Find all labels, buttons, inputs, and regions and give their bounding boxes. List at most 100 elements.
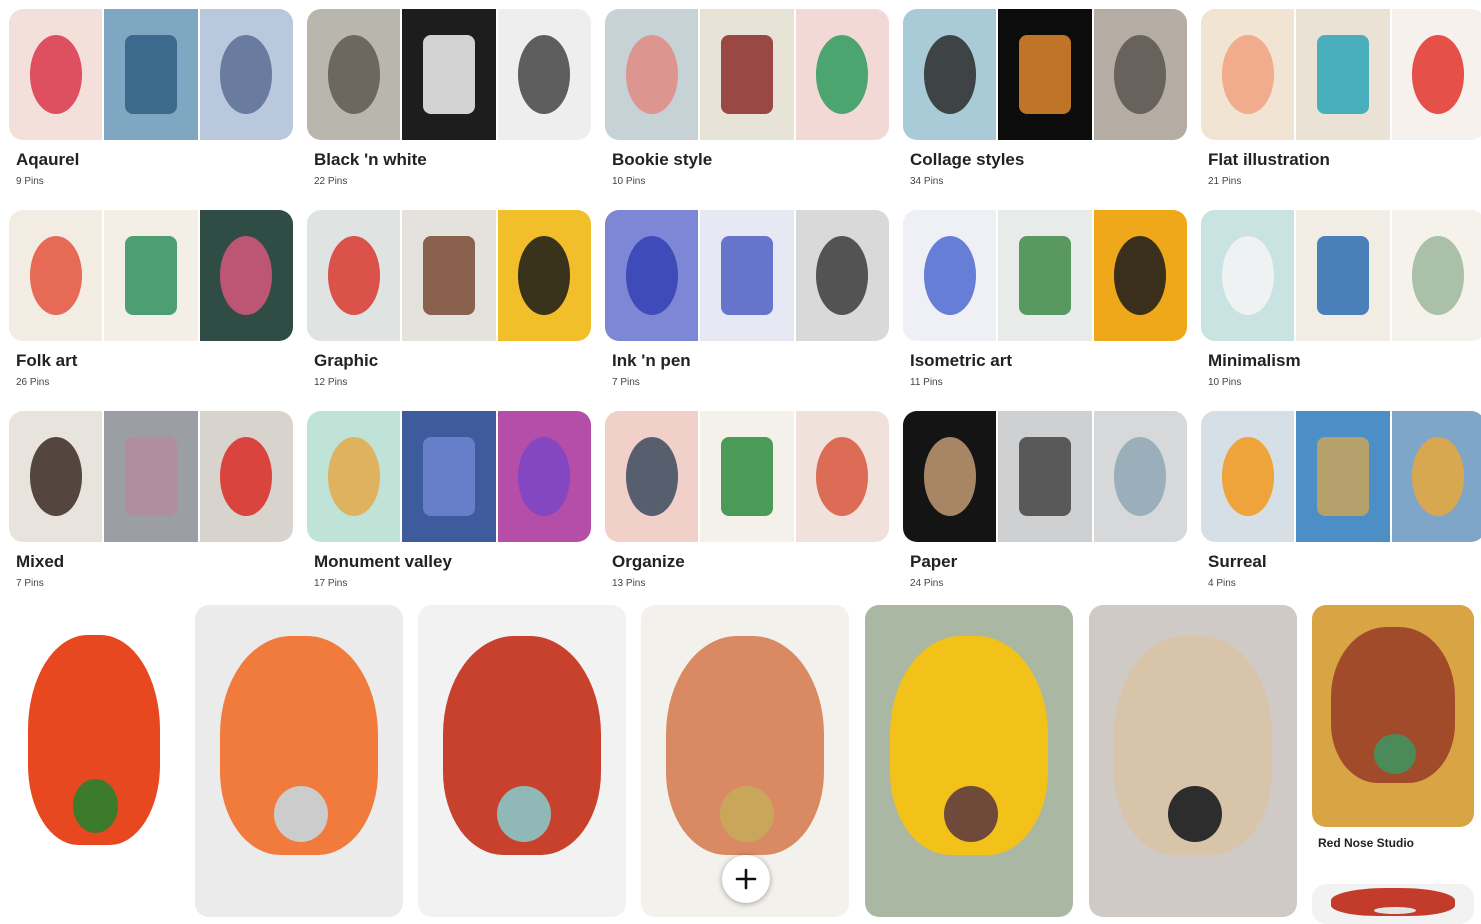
cover-art-shape: [220, 437, 273, 516]
cover-art-shape: [720, 437, 774, 516]
cover-image: [793, 210, 889, 341]
board-surreal[interactable]: Surreal 4 Pins: [1201, 411, 1481, 589]
board-ink-n-pen[interactable]: Ink 'n pen 7 Pins: [605, 210, 889, 388]
cover-image: [9, 411, 103, 542]
cover-image: [1201, 411, 1295, 542]
board-aqaurel[interactable]: Aqaurel 9 Pins: [9, 9, 293, 187]
board-cover: [1201, 210, 1481, 341]
cover-image: [495, 210, 591, 341]
cover-image: [1091, 9, 1187, 140]
board-pin-count: 10 Pins: [1208, 377, 1242, 388]
board-folk-art[interactable]: Folk art 26 Pins: [9, 210, 293, 388]
board-isometric-art[interactable]: Isometric art 11 Pins: [903, 210, 1187, 388]
cover-art-shape: [1316, 437, 1370, 516]
board-title: Folk art: [16, 351, 78, 370]
cover-art-shape: [327, 437, 380, 516]
board-pin-count: 26 Pins: [16, 377, 50, 388]
board-title: Black 'n white: [314, 150, 427, 169]
board-monument-valley[interactable]: Monument valley 17 Pins: [307, 411, 591, 589]
board-cover: [307, 210, 591, 341]
cover-image: [1389, 9, 1481, 140]
board-title: Mixed: [16, 552, 65, 571]
board-cover: [9, 411, 293, 542]
cover-image: [1294, 210, 1390, 341]
cover-art-shape: [1018, 35, 1072, 114]
board-collage-styles[interactable]: Collage styles 34 Pins: [903, 9, 1187, 187]
cover-art-shape: [1114, 437, 1167, 516]
cover-art-shape: [124, 437, 178, 516]
cover-image: [1389, 210, 1481, 341]
cover-art-shape: [518, 236, 571, 315]
board-pin-count: 24 Pins: [910, 578, 944, 589]
cover-image: [793, 9, 889, 140]
cover-image: [996, 9, 1092, 140]
cover-image: [400, 411, 496, 542]
board-pin-count: 12 Pins: [314, 377, 348, 388]
board-pin-count: 21 Pins: [1208, 176, 1242, 187]
cover-image: [793, 411, 889, 542]
board-pin-count: 11 Pins: [910, 377, 943, 388]
cover-image: [9, 210, 103, 341]
pin-clay-hat[interactable]: [418, 605, 626, 917]
pin-art-detail: [944, 785, 999, 843]
cover-image: [996, 411, 1092, 542]
pin-tomato[interactable]: [7, 605, 181, 905]
cover-art-shape: [1316, 35, 1370, 114]
pin-art-detail: [1168, 785, 1223, 843]
cover-image: [605, 411, 699, 542]
board-title: Collage styles: [910, 150, 1025, 169]
cover-art-shape: [923, 35, 976, 114]
board-cover: [307, 9, 591, 140]
cover-art-shape: [1316, 236, 1370, 315]
board-minimalism[interactable]: Minimalism 10 Pins: [1201, 210, 1481, 388]
pin-carrot-poster[interactable]: [195, 605, 403, 917]
board-bookie-style[interactable]: Bookie style 10 Pins: [605, 9, 889, 187]
cover-image: [307, 210, 401, 341]
cover-image: [1091, 411, 1187, 542]
cover-art-shape: [1412, 35, 1465, 114]
cover-image: [400, 210, 496, 341]
board-title: Surreal: [1208, 552, 1267, 571]
board-flat-illustration[interactable]: Flat illustration 21 Pins: [1201, 9, 1481, 187]
cover-art-shape: [422, 236, 476, 315]
board-graphic[interactable]: Graphic 12 Pins: [307, 210, 591, 388]
board-pin-count: 9 Pins: [16, 176, 44, 187]
board-cover: [903, 411, 1187, 542]
board-title: Graphic: [314, 351, 379, 370]
cover-art-shape: [1412, 236, 1465, 315]
cover-image: [1294, 9, 1390, 140]
board-title: Monument valley: [314, 552, 452, 571]
cover-art-shape: [220, 236, 273, 315]
cover-art-shape: [518, 35, 571, 114]
plus-icon: [735, 868, 757, 890]
pin-explorer[interactable]: [1089, 605, 1297, 917]
cover-art-shape: [1221, 236, 1274, 315]
cover-art-shape: [124, 35, 178, 114]
board-cover: [9, 210, 293, 341]
board-title: Flat illustration: [1208, 150, 1330, 169]
cover-art-shape: [1114, 236, 1167, 315]
pin-hazmat[interactable]: [865, 605, 1073, 917]
cover-image: [102, 210, 198, 341]
pin-art-detail: [1373, 733, 1416, 774]
board-pin-count: 34 Pins: [910, 176, 944, 187]
board-pin-count: 7 Pins: [612, 377, 640, 388]
cover-image: [1091, 210, 1187, 341]
pin-art-detail: [274, 785, 329, 843]
cover-image: [9, 9, 103, 140]
board-mixed[interactable]: Mixed 7 Pins: [9, 411, 293, 589]
cover-image: [605, 210, 699, 341]
board-pin-count: 13 Pins: [612, 578, 646, 589]
board-pin-count: 4 Pins: [1208, 578, 1236, 589]
board-organize[interactable]: Organize 13 Pins: [605, 411, 889, 589]
board-black-n-white[interactable]: Black 'n white 22 Pins: [307, 9, 591, 187]
cover-image: [903, 411, 997, 542]
board-title: Isometric art: [910, 351, 1013, 370]
add-button[interactable]: [722, 855, 770, 903]
board-paper[interactable]: Paper 24 Pins: [903, 411, 1187, 589]
cover-image: [1389, 411, 1481, 542]
cover-art-shape: [816, 437, 869, 516]
cover-image: [102, 9, 198, 140]
pin-bottom-small[interactable]: [1312, 884, 1474, 924]
pin-red-nose-studio[interactable]: [1312, 605, 1474, 827]
